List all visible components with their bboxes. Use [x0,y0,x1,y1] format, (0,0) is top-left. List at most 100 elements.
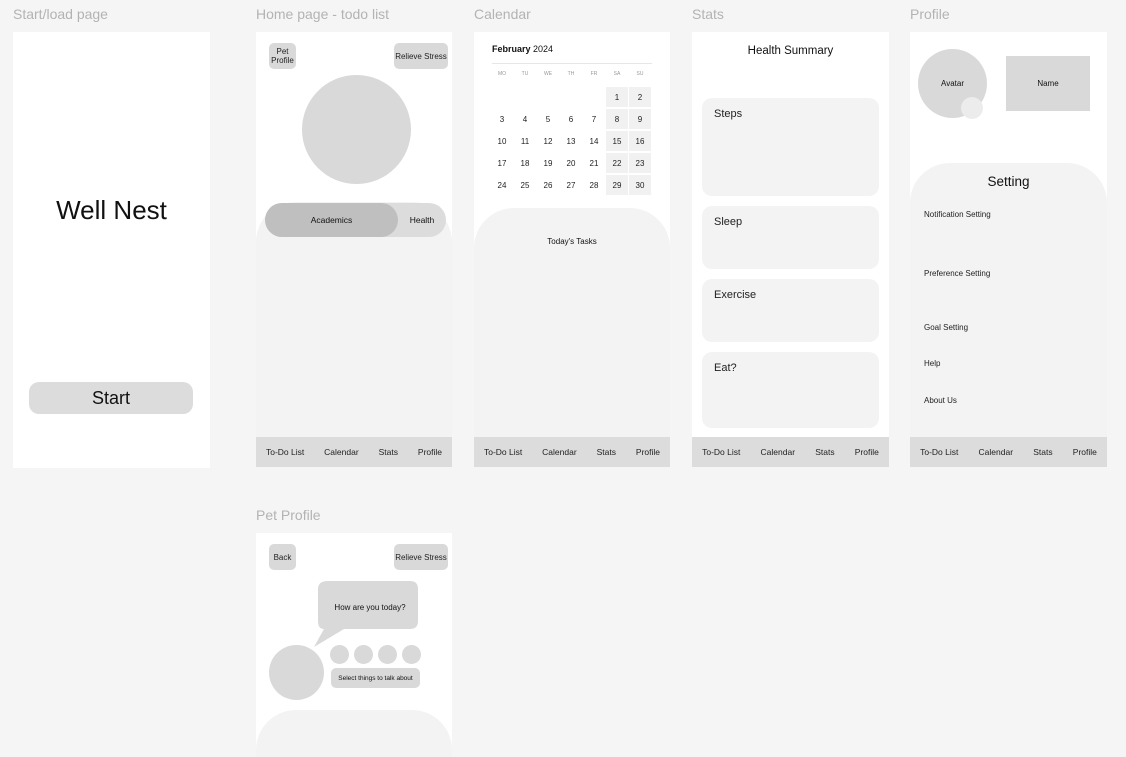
topic-option[interactable] [402,645,421,664]
pet-avatar [269,645,324,700]
preference-setting[interactable]: Preference Setting [924,269,990,278]
calendar-day[interactable]: 14 [583,131,605,151]
nav-stats[interactable]: Stats [379,447,398,457]
nav-todo[interactable]: To-Do List [702,447,740,457]
weekday-label: SA [613,71,621,77]
frame-title-start: Start/load page [13,6,108,22]
calendar-day[interactable]: 11 [514,131,536,151]
calendar-day[interactable]: 18 [514,153,536,173]
calendar-month: February [492,44,531,54]
start-button[interactable]: Start [29,382,193,414]
calendar-day[interactable]: 29 [606,175,628,195]
calendar-day [560,87,582,107]
avatar-edit-icon[interactable] [961,97,983,119]
calendar-day[interactable]: 6 [560,109,582,129]
calendar-day[interactable]: 5 [537,109,559,129]
tab-health[interactable]: Health [402,203,442,237]
nav-profile[interactable]: Profile [636,447,660,457]
calendar-day [583,87,605,107]
tab-academics[interactable]: Academics [265,203,398,237]
nav-profile[interactable]: Profile [418,447,442,457]
setting-heading: Setting [987,174,1030,189]
frame-title-home: Home page - todo list [256,6,390,22]
select-topics-button[interactable]: Select things to talk about [331,668,420,688]
calendar-day[interactable]: 12 [537,131,559,151]
nav-stats[interactable]: Stats [1033,447,1052,457]
frame-title-pet: Pet Profile [256,507,321,523]
calendar-day[interactable]: 13 [560,131,582,151]
nav-stats[interactable]: Stats [815,447,834,457]
card-label: Sleep [714,216,743,228]
app-title: Well Nest [56,195,167,225]
home-frame: Pet Profile Relieve Stress Academics Hea… [256,32,452,467]
pet-avatar [302,75,411,184]
nav-stats[interactable]: Stats [597,447,616,457]
bubble-text: How are you today? [334,603,406,612]
calendar-day[interactable]: 16 [629,131,651,151]
calendar-day[interactable]: 15 [606,131,628,151]
weekday-label: TH [567,71,575,77]
pet-frame: Back Relieve Stress How are you today? S… [256,533,452,757]
calendar-day[interactable]: 25 [514,175,536,195]
calendar-day[interactable]: 20 [560,153,582,173]
profile-frame: Avatar Name Setting Notification Setting… [910,32,1107,467]
calendar-day[interactable]: 9 [629,109,651,129]
calendar-day[interactable]: 10 [491,131,513,151]
calendar-day[interactable]: 30 [629,175,651,195]
nav-calendar[interactable]: Calendar [979,447,1014,457]
notification-setting[interactable]: Notification Setting [924,210,991,219]
weekday-label: FR [590,71,598,77]
eat-card[interactable]: Eat? [702,352,879,428]
segment-control: Academics Health [265,203,446,237]
nav-calendar[interactable]: Calendar [761,447,796,457]
calendar-day[interactable]: 21 [583,153,605,173]
relieve-stress-button[interactable]: Relieve Stress [394,43,448,69]
calendar-day[interactable]: 2 [629,87,651,107]
nav-todo[interactable]: To-Do List [920,447,958,457]
steps-card[interactable]: Steps [702,98,879,196]
calendar-day[interactable]: 24 [491,175,513,195]
nav-calendar[interactable]: Calendar [542,447,577,457]
about-us[interactable]: About Us [924,396,957,405]
weekday-label: WE [543,71,553,77]
avatar-label: Avatar [941,79,964,88]
relieve-stress-button[interactable]: Relieve Stress [394,544,448,570]
todo-sheet [256,202,452,437]
nav-calendar[interactable]: Calendar [324,447,359,457]
topic-option[interactable] [354,645,373,664]
nav-todo[interactable]: To-Do List [484,447,522,457]
goal-setting[interactable]: Goal Setting [924,323,968,332]
calendar-day[interactable]: 26 [537,175,559,195]
help[interactable]: Help [924,359,940,368]
divider [492,63,652,64]
topic-option[interactable] [378,645,397,664]
start-frame: Well Nest Start [13,32,210,468]
calendar-day[interactable]: 19 [537,153,559,173]
name-field[interactable]: Name [1006,56,1090,111]
calendar-day[interactable]: 3 [491,109,513,129]
bottom-nav: To-Do List Calendar Stats Profile [474,437,670,467]
calendar-day[interactable]: 4 [514,109,536,129]
nav-todo[interactable]: To-Do List [266,447,304,457]
calendar-day[interactable]: 22 [606,153,628,173]
calendar-day[interactable]: 7 [583,109,605,129]
calendar-day[interactable]: 27 [560,175,582,195]
health-summary-title: Health Summary [747,45,834,57]
stats-frame: Health Summary Steps Sleep Exercise Eat?… [692,32,889,467]
calendar-day[interactable]: 23 [629,153,651,173]
topic-option[interactable] [330,645,349,664]
calendar-day[interactable]: 1 [606,87,628,107]
weekday-label: TU [521,71,529,77]
exercise-card[interactable]: Exercise [702,279,879,342]
nav-profile[interactable]: Profile [855,447,879,457]
nav-profile[interactable]: Profile [1073,447,1097,457]
pet-sheet [256,710,452,757]
calendar-day[interactable]: 28 [583,175,605,195]
calendar-day[interactable]: 8 [606,109,628,129]
calendar-month-year: February 2024 [492,44,553,54]
calendar-day[interactable]: 17 [491,153,513,173]
calendar-day [537,87,559,107]
sleep-card[interactable]: Sleep [702,206,879,269]
back-button[interactable]: Back [269,544,296,570]
pet-profile-button[interactable]: Pet Profile [269,43,296,69]
